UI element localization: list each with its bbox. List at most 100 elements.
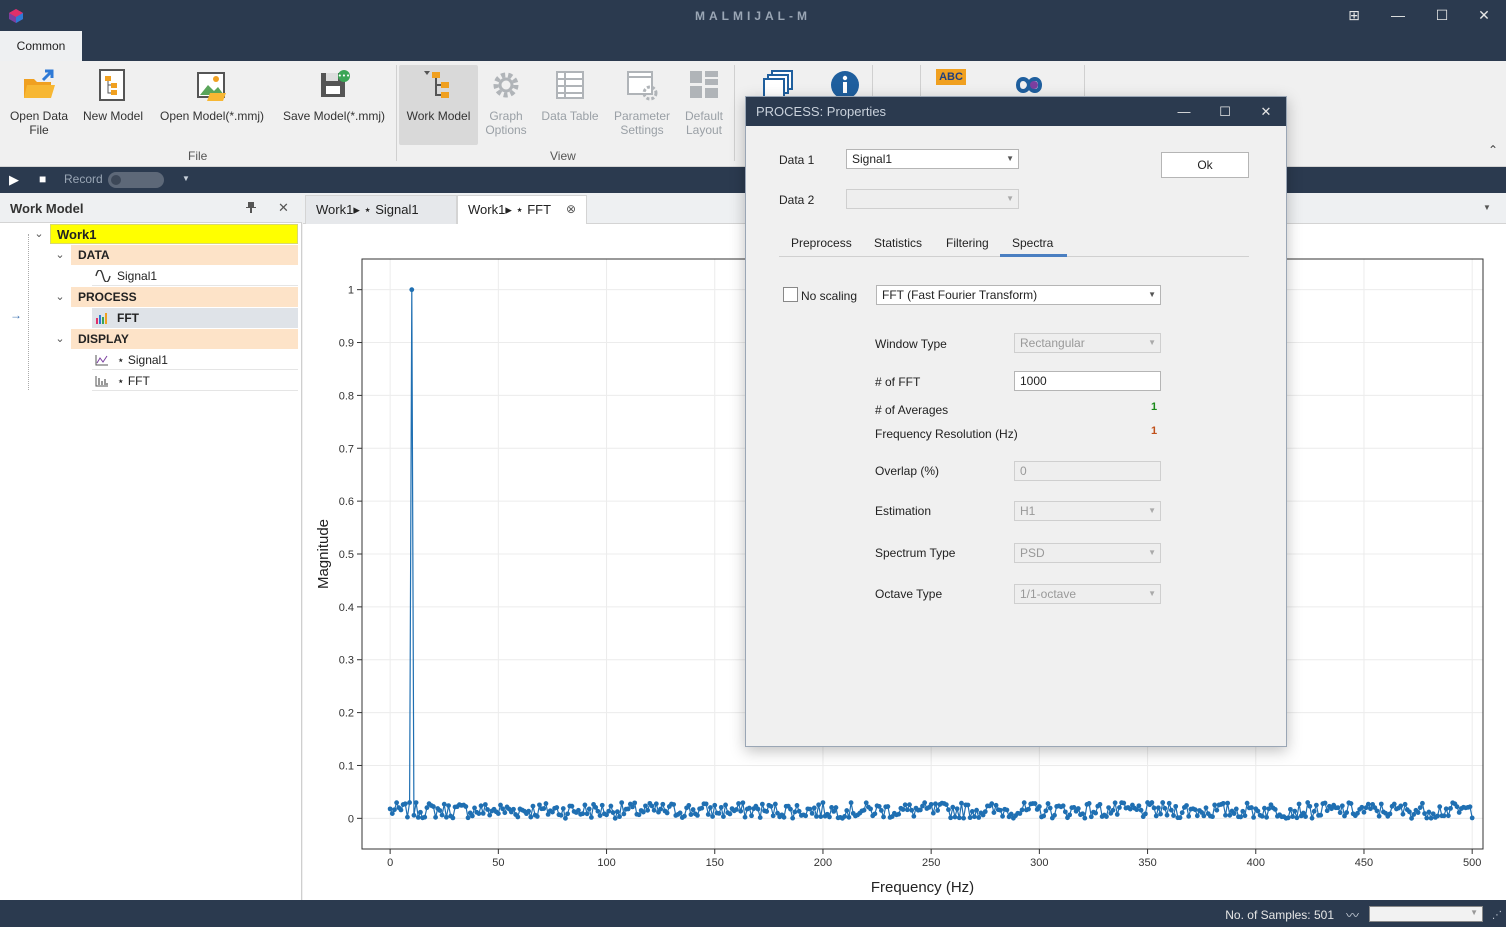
tab-fft[interactable]: Work1▸ ⋆ FFT ⊗	[457, 195, 587, 224]
graph-options-button[interactable]: Graph Options	[480, 65, 532, 145]
work-model-button[interactable]: Work Model	[399, 65, 478, 145]
group-label-file: File	[188, 149, 208, 163]
octave-type-select[interactable]: 1/1-octave ▼	[1014, 584, 1161, 604]
dialog-maximize-button[interactable]: ☐	[1205, 97, 1245, 126]
data-point	[972, 814, 977, 820]
tab-list-dropdown[interactable]: ▼	[1483, 203, 1491, 212]
no-scaling-checkbox[interactable]	[783, 287, 798, 302]
ok-button[interactable]: Ok	[1161, 152, 1249, 178]
data-point	[699, 805, 705, 811]
data-point	[677, 810, 683, 816]
tab-preprocess[interactable]: Preprocess	[791, 236, 852, 250]
stop-button[interactable]: ■	[39, 172, 46, 186]
dialog-close-button[interactable]: ✕	[1246, 97, 1286, 126]
data-point	[848, 800, 854, 806]
data-point	[1149, 800, 1155, 805]
new-model-label: New Model	[82, 109, 144, 123]
data-point	[649, 803, 655, 809]
tree-root-work1[interactable]: Work1	[50, 224, 298, 244]
data-point	[1445, 813, 1451, 819]
x-tick-label: 250	[922, 857, 940, 869]
data-table-button[interactable]: Data Table	[538, 65, 602, 145]
open-model-button[interactable]: Open Model(*.mmj)	[154, 65, 270, 145]
open-data-file-button[interactable]: Open Data File	[4, 65, 74, 145]
data-point	[478, 803, 484, 809]
nfft-input[interactable]: 1000	[1014, 371, 1161, 391]
panel-close-button[interactable]: ✕	[278, 200, 289, 216]
tab-statistics[interactable]: Statistics	[874, 236, 922, 250]
dialog-minimize-button[interactable]: —	[1164, 97, 1204, 126]
tree-category-process[interactable]: PROCESS	[71, 287, 298, 307]
data-point	[617, 814, 622, 820]
maximize-button[interactable]: ☐	[1420, 0, 1464, 31]
restore-layout-button[interactable]: ⊞	[1332, 0, 1376, 31]
resize-grip-icon[interactable]: ⋰	[1492, 910, 1502, 921]
tree-category-data[interactable]: DATA	[71, 245, 298, 265]
minimize-button[interactable]: —	[1376, 0, 1420, 31]
chevron-down-icon[interactable]: ⌄	[54, 287, 66, 307]
data-point	[746, 805, 752, 811]
tree-item-display-fft[interactable]: ⋆ FFT	[92, 371, 298, 391]
data2-select[interactable]: ▼	[846, 189, 1019, 209]
data-point	[863, 800, 869, 806]
spellcheck-abc-icon[interactable]: ABC	[936, 69, 966, 85]
ribbon-tab-common[interactable]: Common	[0, 31, 82, 61]
tree-item-fft[interactable]: FFT	[92, 308, 298, 328]
data-point	[788, 806, 793, 812]
transform-select[interactable]: FFT (Fast Fourier Transform) ▼	[876, 285, 1161, 305]
tab-signal1[interactable]: Work1▸ ⋆ Signal1	[305, 195, 457, 224]
data-point	[612, 815, 618, 821]
chevron-down-icon[interactable]: ⌄	[54, 245, 66, 265]
chevron-down-icon[interactable]: ⌄	[33, 224, 45, 244]
data-point	[511, 806, 516, 812]
data-point	[1203, 805, 1209, 811]
new-model-button[interactable]: New Model	[78, 65, 148, 145]
tab-close-icon[interactable]: ⊗	[566, 196, 576, 223]
collapse-ribbon-button[interactable]: ⌃	[1488, 143, 1498, 157]
estimation-select[interactable]: H1 ▼	[1014, 501, 1161, 521]
chevron-down-icon: ▼	[1148, 338, 1156, 347]
data-point	[814, 813, 819, 819]
pin-icon[interactable]	[246, 201, 256, 216]
save-model-button[interactable]: ••• Save Model(*.mmj)	[278, 65, 390, 145]
play-button[interactable]: ▶	[9, 172, 19, 188]
tab-filtering[interactable]: Filtering	[946, 236, 989, 250]
record-dropdown-button[interactable]: ▼	[182, 174, 190, 183]
record-toggle[interactable]	[108, 172, 164, 188]
data-point	[576, 807, 581, 813]
spectrum-type-select[interactable]: PSD ▼	[1014, 543, 1161, 563]
data-point	[710, 814, 715, 819]
chevron-down-icon[interactable]: ⌄	[54, 329, 66, 349]
data-point	[1052, 812, 1057, 818]
default-layout-button[interactable]: Default Layout	[678, 65, 730, 145]
data-point	[861, 807, 867, 813]
tab-spectra[interactable]: Spectra	[1012, 236, 1053, 250]
pin-glyph	[246, 202, 256, 213]
data-point	[614, 809, 620, 815]
octave-type-label: Octave Type	[875, 587, 943, 601]
data1-label: Data 1	[779, 153, 815, 167]
data-point	[1166, 800, 1172, 806]
data-point	[1093, 810, 1099, 816]
status-combo[interactable]: ▼	[1369, 906, 1483, 922]
tree-item-display-signal1[interactable]: ⋆ Signal1	[92, 350, 298, 370]
parameter-settings-button[interactable]: Parameter Settings	[610, 65, 674, 145]
data-point	[705, 812, 711, 817]
overlap-input[interactable]: 0	[1014, 461, 1161, 481]
x-tick-label: 450	[1355, 857, 1373, 869]
estimation-value: H1	[1020, 504, 1036, 518]
data-point	[640, 809, 646, 815]
data-point	[961, 815, 967, 821]
data-point	[1138, 807, 1144, 813]
data-point	[755, 806, 761, 812]
data-point	[554, 805, 560, 810]
tree-category-display[interactable]: DISPLAY	[71, 329, 298, 349]
data-point	[703, 801, 709, 807]
data-point	[1322, 800, 1328, 806]
data1-select[interactable]: Signal1 ▼	[846, 149, 1019, 169]
tree-item-signal1[interactable]: Signal1	[92, 266, 298, 286]
window-type-select[interactable]: Rectangular ▼	[1014, 333, 1161, 353]
parameter-settings-label-1: Parameter	[613, 109, 671, 123]
infinity-icon[interactable]	[1012, 73, 1046, 97]
close-button[interactable]: ✕	[1462, 0, 1506, 31]
